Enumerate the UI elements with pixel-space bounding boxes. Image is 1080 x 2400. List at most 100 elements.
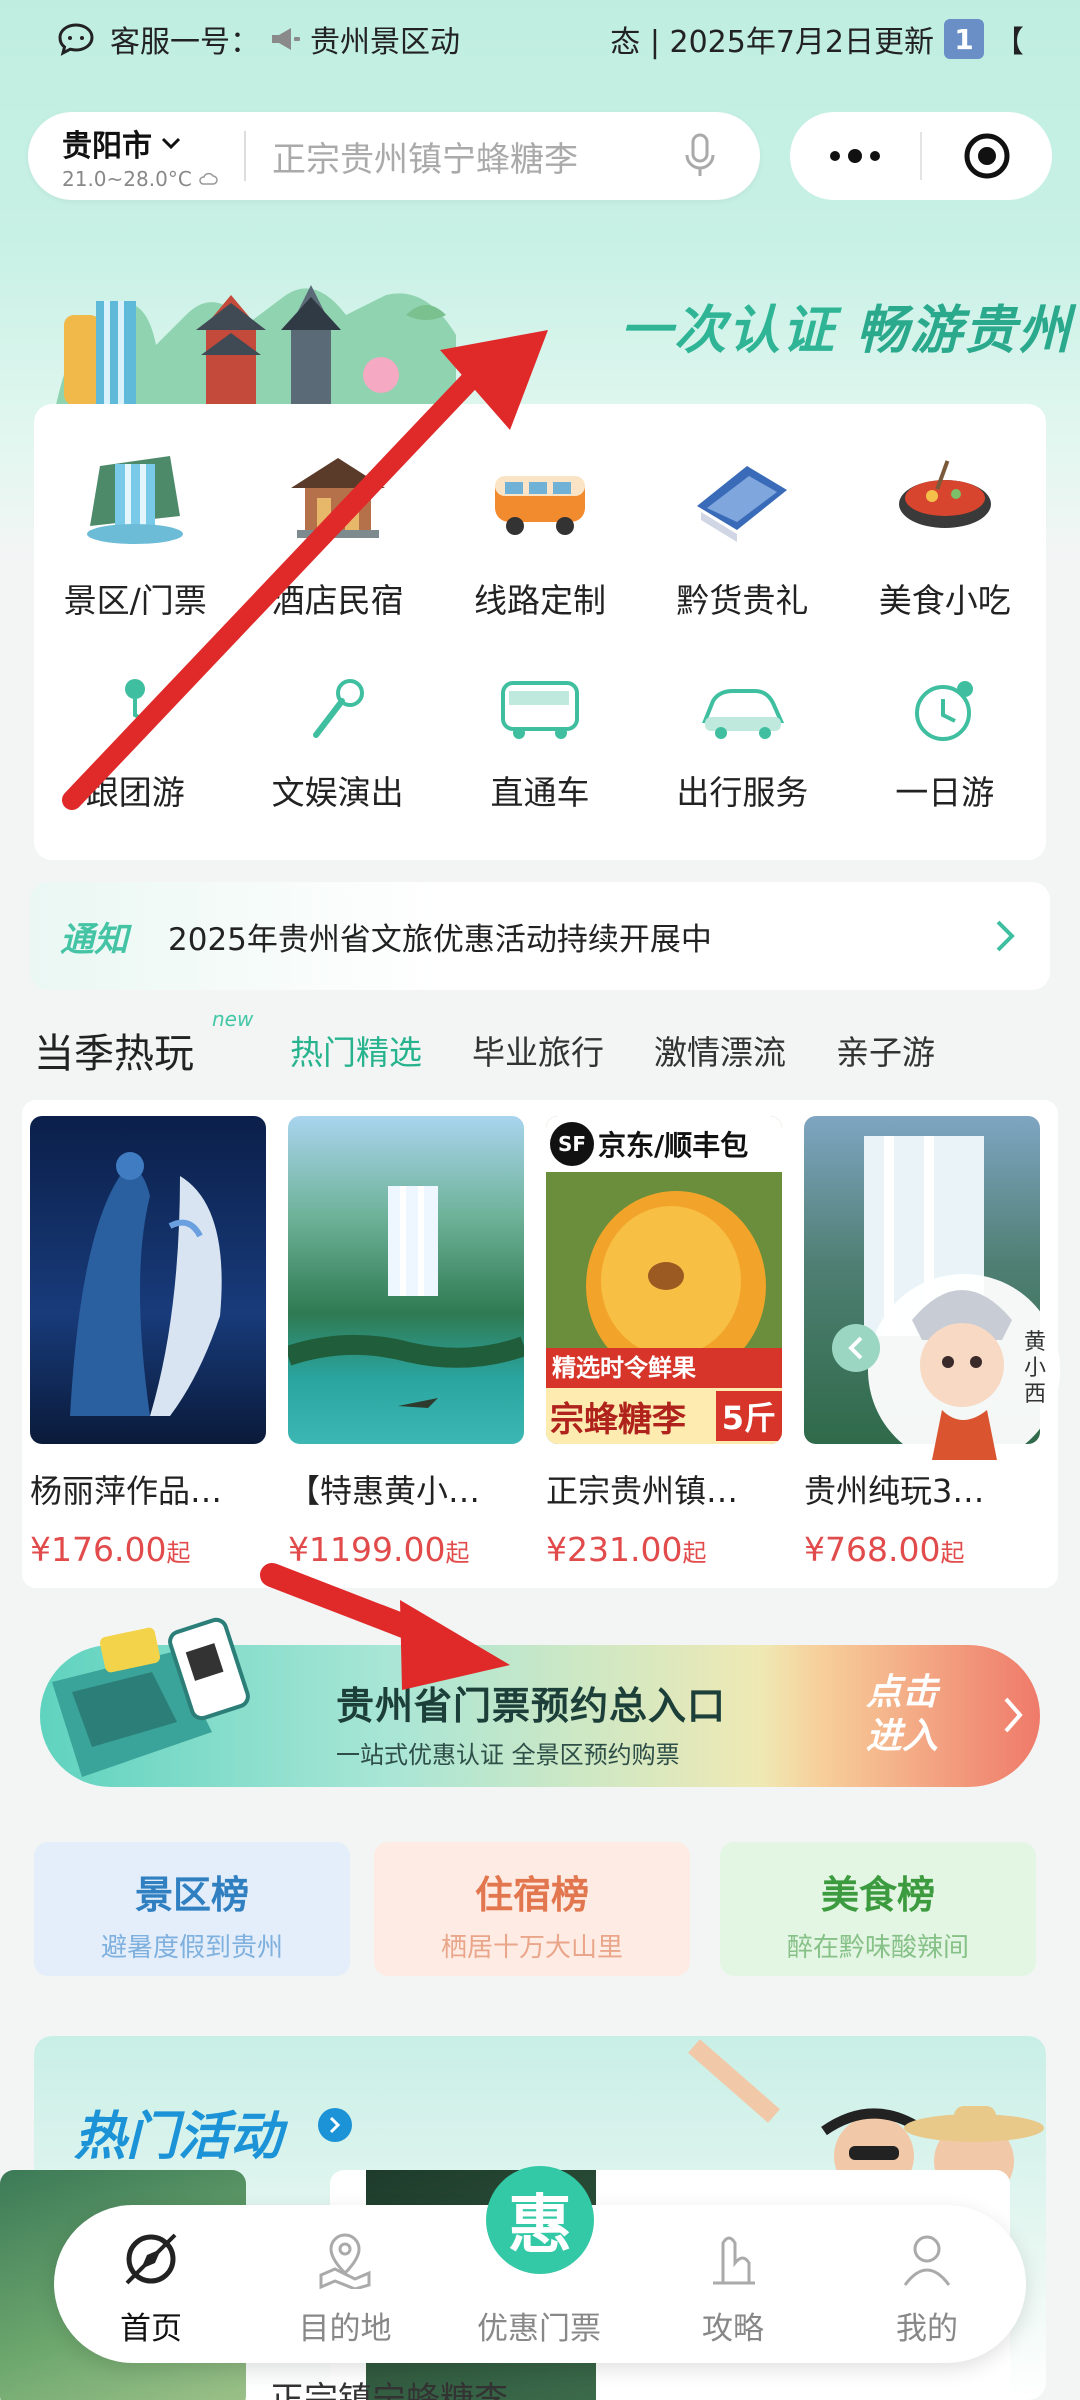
bus-icon: [495, 674, 585, 746]
ticker-text-3: 态 | 2025年7月2日更新: [610, 25, 934, 60]
ticket-machine-illustration: [52, 1617, 250, 1777]
product-card[interactable]: SF 京东/顺丰包 精选时令鲜果 宗蜂糖李 5斤 正宗贵州镇… ¥231.00起: [546, 1116, 782, 1569]
ticket-banner-title: 贵州省门票预约总入口: [336, 1684, 727, 1728]
chevron-right-icon: [1004, 1697, 1023, 1733]
tab-rafting[interactable]: 激情漂流: [654, 1026, 786, 1074]
product-card[interactable]: 【特惠黄小… ¥1199.00起: [288, 1116, 524, 1569]
product-title: 正宗贵州镇…: [546, 1472, 739, 1510]
banner-slogan: 一次认证 畅游贵州: [620, 288, 1072, 363]
nav-label: 目的地: [298, 2311, 392, 2347]
megaphone-icon: [272, 28, 300, 50]
notice-bar[interactable]: 通知 2025年贵州省文旅优惠活动持续开展中: [30, 882, 1050, 990]
tab-family-trip[interactable]: 亲子游: [836, 1026, 935, 1074]
chevron-left-icon: [848, 1336, 863, 1360]
enter-line-1: 点击: [866, 1672, 939, 1713]
ticker-text-1: 客服一号：: [110, 25, 260, 60]
close-miniprogram-button[interactable]: [922, 130, 1052, 182]
mascot-floating-button[interactable]: 黄小西: [832, 1250, 1062, 1470]
category-item[interactable]: 黔货贵礼: [641, 404, 843, 640]
season-tabs: 当季热玩 new 热门精选 毕业旅行 激情漂流 亲子游: [34, 1007, 1064, 1085]
chevron-down-icon: [161, 137, 181, 150]
target-icon: [964, 133, 1010, 179]
category-label: 跟团游: [85, 773, 185, 812]
category-item[interactable]: 一日游: [844, 640, 1046, 840]
notice-text: 2025年贵州省文旅优惠活动持续开展中: [168, 921, 712, 958]
gift-cloth-icon: [683, 444, 801, 548]
nav-item[interactable]: 攻略: [636, 2205, 830, 2363]
nav-label: 首页: [120, 2311, 182, 2347]
category-item[interactable]: 酒店民宿: [236, 404, 438, 640]
category-item[interactable]: 线路定制: [439, 404, 641, 640]
product-title: 贵州纯玩3…: [804, 1472, 985, 1510]
city-selector[interactable]: 贵阳市 21.0~28.0°C: [28, 121, 244, 191]
product-price: ¥176.00起: [30, 1530, 191, 1569]
category-label: 酒店民宿: [271, 581, 404, 620]
search-input[interactable]: 正宗贵州镇宁蜂糖李: [246, 132, 680, 181]
ranking-card[interactable]: 景区榜 避暑度假到贵州: [34, 1842, 350, 1976]
hotpot-icon: [886, 444, 1004, 548]
product-image: SF 京东/顺丰包 精选时令鲜果 宗蜂糖李 5斤: [546, 1116, 782, 1444]
camper-van-icon: [481, 444, 599, 548]
search-bar[interactable]: 贵阳市 21.0~28.0°C 正宗贵州镇宁蜂糖李: [28, 112, 760, 200]
ticker-text-2: 贵州景区动: [310, 25, 460, 60]
ranking-card[interactable]: 美食榜醉在黔味酸辣间: [720, 1842, 1036, 1976]
miniprogram-capsule: [790, 112, 1052, 200]
announcement-ticker[interactable]: 客服一号： 贵州景区动 态 | 2025年7月2日更新 1 【: [0, 0, 1080, 78]
guide-icon: [701, 2227, 765, 2291]
season-title-text: 当季热玩: [34, 1031, 194, 1077]
nav-label: 优惠门票: [477, 2311, 601, 2347]
user-icon: [895, 2227, 959, 2291]
product-price: ¥768.00起: [804, 1530, 965, 1569]
enter-line-2: 进入: [866, 1716, 939, 1757]
ranking-card[interactable]: 住宿榜栖居十万大山里: [374, 1842, 690, 1976]
chevron-right-icon: [996, 920, 1015, 952]
enter-button[interactable]: 点击 进入: [866, 1671, 976, 1759]
nav-item[interactable]: 首页: [54, 2205, 248, 2363]
guizhou-landscape-illustration: [56, 285, 456, 405]
car-icon: [697, 674, 787, 746]
ranking-title: 住宿榜: [474, 1873, 589, 1917]
tab-graduation-trip[interactable]: 毕业旅行: [472, 1026, 604, 1074]
discount-center-button[interactable]: 惠: [486, 2166, 594, 2274]
nav-label: 我的: [896, 2311, 958, 2347]
hot-activity-more-button[interactable]: [318, 2108, 352, 2142]
product-card[interactable]: 杨丽萍作品… ¥176.00起: [30, 1116, 266, 1569]
ranking-subtitle: 栖居十万大山里: [440, 1933, 623, 1963]
product-title: 【特惠黄小…: [288, 1472, 481, 1510]
map-pin-icon: [313, 2227, 377, 2291]
route-pin-icon: [90, 674, 180, 746]
category-item[interactable]: 直通车: [439, 640, 641, 840]
product-image: [30, 1116, 266, 1444]
jd-sf-tag: 京东/顺丰包: [598, 1129, 749, 1162]
ranking-subtitle: 醉在黔味酸辣间: [786, 1933, 969, 1963]
product-image: [288, 1116, 524, 1444]
category-label: 线路定制: [473, 581, 606, 620]
carousel-prev-button[interactable]: [832, 1324, 880, 1372]
category-item[interactable]: 景区/门票: [34, 404, 236, 640]
more-menu-button[interactable]: [790, 149, 920, 163]
category-label: 直通车: [490, 773, 590, 812]
product-price: ¥231.00起: [546, 1530, 707, 1569]
product-price: ¥1199.00起: [288, 1530, 470, 1569]
nav-item[interactable]: 我的: [830, 2205, 1024, 2363]
category-item[interactable]: 文娱演出: [236, 640, 438, 840]
hot-activity-title: 热门活动: [74, 2107, 283, 2167]
cloud-icon: [199, 172, 218, 185]
nav-item[interactable]: 目的地: [248, 2205, 442, 2363]
ranking-title: 美食榜: [820, 1873, 935, 1917]
pavilion-icon: [279, 444, 397, 548]
sf-logo-icon: SF: [550, 1122, 594, 1166]
category-item[interactable]: 美食小吃: [844, 404, 1046, 640]
category-item[interactable]: 跟团游: [34, 640, 236, 840]
nav-label: 攻略: [702, 2311, 764, 2347]
tab-hot-picks[interactable]: 热门精选: [290, 1026, 422, 1074]
product-title: 杨丽萍作品…: [30, 1472, 223, 1510]
category-label: 文娱演出: [271, 773, 404, 812]
slogan-part-2: 畅游贵州: [856, 301, 1073, 361]
microphone-icon[interactable]: [680, 131, 720, 181]
category-item[interactable]: 出行服务: [641, 640, 843, 840]
ranking-title: 景区榜: [134, 1873, 249, 1917]
category-label: 景区/门票: [63, 581, 207, 620]
waterfall-icon: [76, 444, 194, 548]
mascot-name: 黄小西: [1024, 1330, 1047, 1407]
